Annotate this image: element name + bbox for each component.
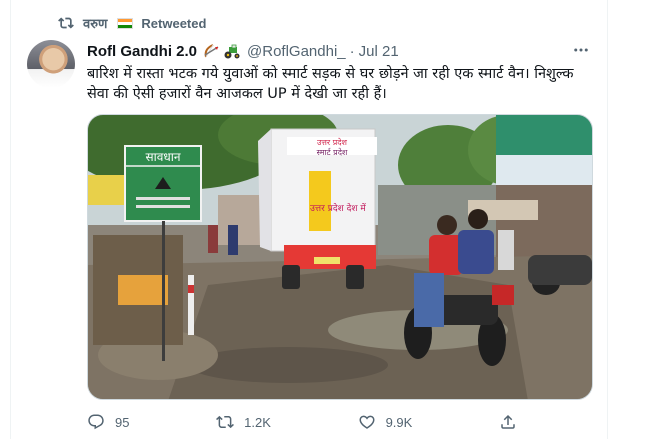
- van-text-mid: स्मार्ट प्रदेश: [317, 147, 348, 157]
- retweet-count: 1.2K: [244, 414, 271, 430]
- bow-and-arrow-icon: [204, 44, 219, 58]
- author-name[interactable]: Rofl Gandhi 2.0: [87, 43, 197, 60]
- like-count: 9.9K: [385, 414, 413, 430]
- avatar[interactable]: [27, 40, 75, 88]
- retweeter-name[interactable]: वरुण: [83, 14, 107, 32]
- like-icon: [359, 415, 375, 429]
- india-flag-icon: [117, 17, 134, 29]
- author-handle[interactable]: @RoflGandhi_: [247, 43, 346, 60]
- tweet-card[interactable]: वरुण Retweeted Rofl Gandhi 2.0 @RoflGand…: [10, 0, 608, 439]
- van-text-side: उत्तर प्रदेश देश में: [310, 202, 366, 214]
- share-button[interactable]: [499, 412, 517, 432]
- van-text-top: उत्तर प्रदेश: [317, 137, 348, 147]
- tweet-text: बारिश में रास्ता भटक गये युवाओं को स्मार…: [87, 66, 574, 102]
- reply-count: 95: [115, 414, 130, 430]
- sign-title: सावधान: [145, 150, 180, 164]
- retweeted-label: Retweeted: [141, 15, 207, 31]
- tractor-icon: [224, 44, 240, 59]
- retweet-context: वरुण Retweeted: [57, 14, 206, 32]
- retweet-icon: [216, 415, 235, 429]
- reply-button[interactable]: 95: [87, 412, 129, 432]
- more-icon[interactable]: [569, 40, 593, 60]
- tweet-date[interactable]: Jul 21: [359, 43, 399, 60]
- retweet-button[interactable]: 1.2K: [216, 412, 271, 432]
- separator-dot: ·: [349, 42, 355, 60]
- author-emojis: [203, 43, 241, 59]
- tweet-photo[interactable]: सावधान उत्तर प्रदेश स्मार्ट प्रदेश उत्तर…: [87, 114, 593, 400]
- reply-icon: [88, 414, 104, 430]
- tweet-actions: 95 1.2K 9.9K: [87, 412, 517, 432]
- like-button[interactable]: 9.9K: [358, 412, 413, 432]
- retweet-context-icon: [57, 15, 75, 31]
- share-icon: [501, 414, 515, 429]
- tweet-header: Rofl Gandhi 2.0 @RoflGandhi_ · Jul 21: [87, 40, 597, 62]
